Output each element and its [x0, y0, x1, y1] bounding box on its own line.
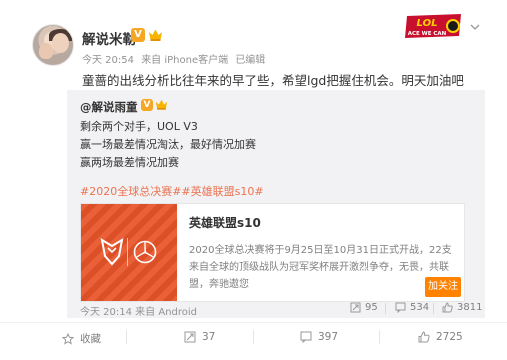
- follow-button[interactable]: 加关注: [425, 277, 461, 297]
- favorite-label: 收藏: [80, 333, 101, 345]
- repost-container: @解说雨童 V 剩余两个对手，UOL V3 赢一场最差情况淘汰，最好情况加赛 赢…: [67, 90, 485, 318]
- comment-icon: [300, 331, 312, 343]
- thumbs-up-icon: [418, 331, 430, 343]
- repost-comment-count: 534: [410, 302, 430, 313]
- topic-card-title[interactable]: 英雄联盟s10: [189, 214, 261, 231]
- repost-verified-icon: V: [141, 99, 153, 111]
- favorite-button[interactable]: 收藏: [62, 331, 101, 346]
- repost-repost-count: 95: [365, 302, 378, 313]
- repost-line-3: 赢两场最差情况加赛: [80, 156, 179, 169]
- topic-card-image[interactable]: [81, 204, 177, 301]
- mercedes-logo-icon: [133, 240, 157, 264]
- repost-line-1: 剩余两个对手，UOL V3: [80, 120, 198, 133]
- star-icon: [62, 332, 74, 345]
- verified-icon: V: [131, 28, 145, 42]
- post-meta: 今天 20:54 来自 iPhone客户端 已编辑: [82, 51, 269, 66]
- lol-ace-we-can-logo: LOL ACE WE CAN: [405, 14, 461, 38]
- like-button[interactable]: 2725: [418, 331, 463, 343]
- topic-card[interactable]: 英雄联盟s10 2020全球总决赛将于9月25日至10月31日正式开战，22支来…: [80, 203, 465, 302]
- hashtag-links[interactable]: #2020全球总决赛##英雄联盟s10#: [80, 183, 264, 199]
- crown-icon: [149, 29, 162, 41]
- avatar[interactable]: [32, 24, 74, 66]
- brand-bottom-text: ACE WE CAN: [408, 31, 447, 37]
- weibo-post: 解说米勒 V 今天 20:54 来自 iPhone客户端 已编辑 LOL ACE…: [0, 0, 507, 360]
- repost-repost-stat[interactable]: 95: [350, 302, 378, 313]
- edited-label[interactable]: 已编辑: [235, 55, 265, 66]
- post-content: 童蔷的出线分析比往年来的早了些，希望lgd把握住机会。明天加油吧: [82, 73, 464, 88]
- post-source: 来自 iPhone客户端: [141, 55, 229, 66]
- author-name[interactable]: 解说米勒: [82, 28, 136, 48]
- repost-line-2: 赢一场最差情况淘汰，最好情况加赛: [80, 138, 256, 151]
- chevron-down-icon[interactable]: [470, 22, 480, 32]
- action-bar-divider: [0, 322, 507, 323]
- repost-like-stat[interactable]: 3811: [442, 302, 482, 313]
- like-count: 2725: [436, 331, 463, 343]
- repost-author[interactable]: @解说雨童: [80, 99, 138, 115]
- thumbs-up-icon: [442, 302, 453, 313]
- repost-icon: [184, 331, 196, 343]
- comment-icon: [395, 302, 406, 313]
- repost-comment-stat[interactable]: 534: [395, 302, 429, 313]
- repost-crown-icon: [155, 99, 168, 110]
- repost-button[interactable]: 37: [184, 331, 215, 343]
- repost-time-source[interactable]: 今天 20:14 来自 Android: [80, 303, 197, 318]
- repost-count: 37: [202, 331, 216, 343]
- worlds-logo-icon: [100, 238, 124, 266]
- post-timestamp[interactable]: 今天 20:54: [82, 55, 134, 66]
- comment-count: 397: [318, 331, 339, 343]
- repost-icon: [350, 302, 361, 313]
- brand-top-text: LOL: [417, 18, 438, 29]
- repost-like-count: 3811: [457, 302, 483, 313]
- topic-card-description: 2020全球总决赛将于9月25日至10月31日正式开战，22支来自全球的顶级战队…: [189, 245, 452, 290]
- comment-button[interactable]: 397: [300, 331, 338, 343]
